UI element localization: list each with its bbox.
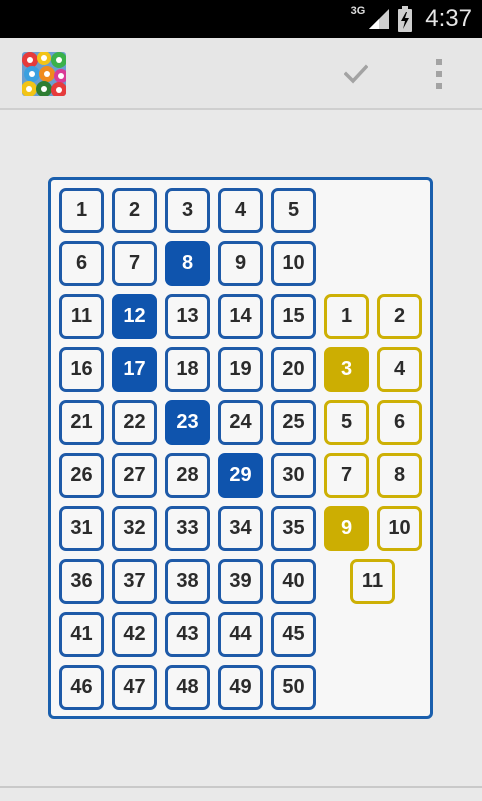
overflow-menu-icon xyxy=(436,59,442,89)
number-cell-43[interactable]: 43 xyxy=(165,612,210,657)
action-bar xyxy=(0,38,482,110)
number-cell-42[interactable]: 42 xyxy=(112,612,157,657)
star-cell-2[interactable]: 2 xyxy=(377,294,422,339)
number-cell-14[interactable]: 14 xyxy=(218,294,263,339)
star-cell-3[interactable]: 3 xyxy=(324,347,369,392)
ticket-card: 1 2 3 4 5 6 7 8 9 10 11 12 13 14 15 16 17 18 19 20 21 22 23 24 2… xyxy=(48,177,433,719)
number-cell-19[interactable]: 19 xyxy=(218,347,263,392)
number-cell-35[interactable]: 35 xyxy=(271,506,316,551)
number-cell-17[interactable]: 17 xyxy=(112,347,157,392)
battery-icon xyxy=(398,6,413,32)
number-cell-47[interactable]: 47 xyxy=(112,665,157,710)
status-bar: 3G 4:37 xyxy=(0,0,482,38)
number-cell-28[interactable]: 28 xyxy=(165,453,210,498)
confirm-button[interactable] xyxy=(336,56,376,92)
number-cell-24[interactable]: 24 xyxy=(218,400,263,445)
number-cell-15[interactable]: 15 xyxy=(271,294,316,339)
number-cell-45[interactable]: 45 xyxy=(271,612,316,657)
number-cell-34[interactable]: 34 xyxy=(218,506,263,551)
star-cell-6[interactable]: 6 xyxy=(377,400,422,445)
number-cell-4[interactable]: 4 xyxy=(218,188,263,233)
number-cell-41[interactable]: 41 xyxy=(59,612,104,657)
status-icons: 3G 4:37 xyxy=(351,0,472,38)
number-cell-31[interactable]: 31 xyxy=(59,506,104,551)
number-cell-48[interactable]: 48 xyxy=(165,665,210,710)
number-cell-18[interactable]: 18 xyxy=(165,347,210,392)
number-cell-13[interactable]: 13 xyxy=(165,294,210,339)
bottom-divider xyxy=(0,786,482,788)
star-cell-5[interactable]: 5 xyxy=(324,400,369,445)
number-cell-50[interactable]: 50 xyxy=(271,665,316,710)
number-cell-2[interactable]: 2 xyxy=(112,188,157,233)
star-cell-9[interactable]: 9 xyxy=(324,506,369,551)
star-cell-4[interactable]: 4 xyxy=(377,347,422,392)
number-cell-40[interactable]: 40 xyxy=(271,559,316,604)
star-cell-11[interactable]: 11 xyxy=(350,559,395,604)
number-cell-23[interactable]: 23 xyxy=(165,400,210,445)
number-cell-49[interactable]: 49 xyxy=(218,665,263,710)
number-cell-36[interactable]: 36 xyxy=(59,559,104,604)
number-cell-12[interactable]: 12 xyxy=(112,294,157,339)
number-cell-32[interactable]: 32 xyxy=(112,506,157,551)
number-cell-9[interactable]: 9 xyxy=(218,241,263,286)
number-cell-20[interactable]: 20 xyxy=(271,347,316,392)
number-cell-44[interactable]: 44 xyxy=(218,612,263,657)
number-cell-16[interactable]: 16 xyxy=(59,347,104,392)
number-cell-11[interactable]: 11 xyxy=(59,294,104,339)
star-cell-1[interactable]: 1 xyxy=(324,294,369,339)
number-cell-29[interactable]: 29 xyxy=(218,453,263,498)
star-cell-10[interactable]: 10 xyxy=(377,506,422,551)
network-type-label: 3G xyxy=(350,5,366,17)
number-cell-39[interactable]: 39 xyxy=(218,559,263,604)
number-cell-10[interactable]: 10 xyxy=(271,241,316,286)
lottery-balls-app-icon[interactable] xyxy=(22,52,66,96)
number-cell-1[interactable]: 1 xyxy=(59,188,104,233)
star-cell-7[interactable]: 7 xyxy=(324,453,369,498)
number-cell-33[interactable]: 33 xyxy=(165,506,210,551)
number-cell-5[interactable]: 5 xyxy=(271,188,316,233)
number-cell-27[interactable]: 27 xyxy=(112,453,157,498)
number-cell-21[interactable]: 21 xyxy=(59,400,104,445)
number-cell-7[interactable]: 7 xyxy=(112,241,157,286)
signal-icon xyxy=(369,9,390,29)
star-cell-8[interactable]: 8 xyxy=(377,453,422,498)
number-cell-26[interactable]: 26 xyxy=(59,453,104,498)
number-cell-3[interactable]: 3 xyxy=(165,188,210,233)
overflow-menu-button[interactable] xyxy=(424,54,454,94)
number-cell-8[interactable]: 8 xyxy=(165,241,210,286)
number-cell-38[interactable]: 38 xyxy=(165,559,210,604)
number-cell-25[interactable]: 25 xyxy=(271,400,316,445)
number-cell-30[interactable]: 30 xyxy=(271,453,316,498)
number-cell-46[interactable]: 46 xyxy=(59,665,104,710)
number-cell-22[interactable]: 22 xyxy=(112,400,157,445)
number-cell-37[interactable]: 37 xyxy=(112,559,157,604)
check-icon xyxy=(344,64,368,84)
clock: 4:37 xyxy=(425,5,472,32)
number-cell-6[interactable]: 6 xyxy=(59,241,104,286)
